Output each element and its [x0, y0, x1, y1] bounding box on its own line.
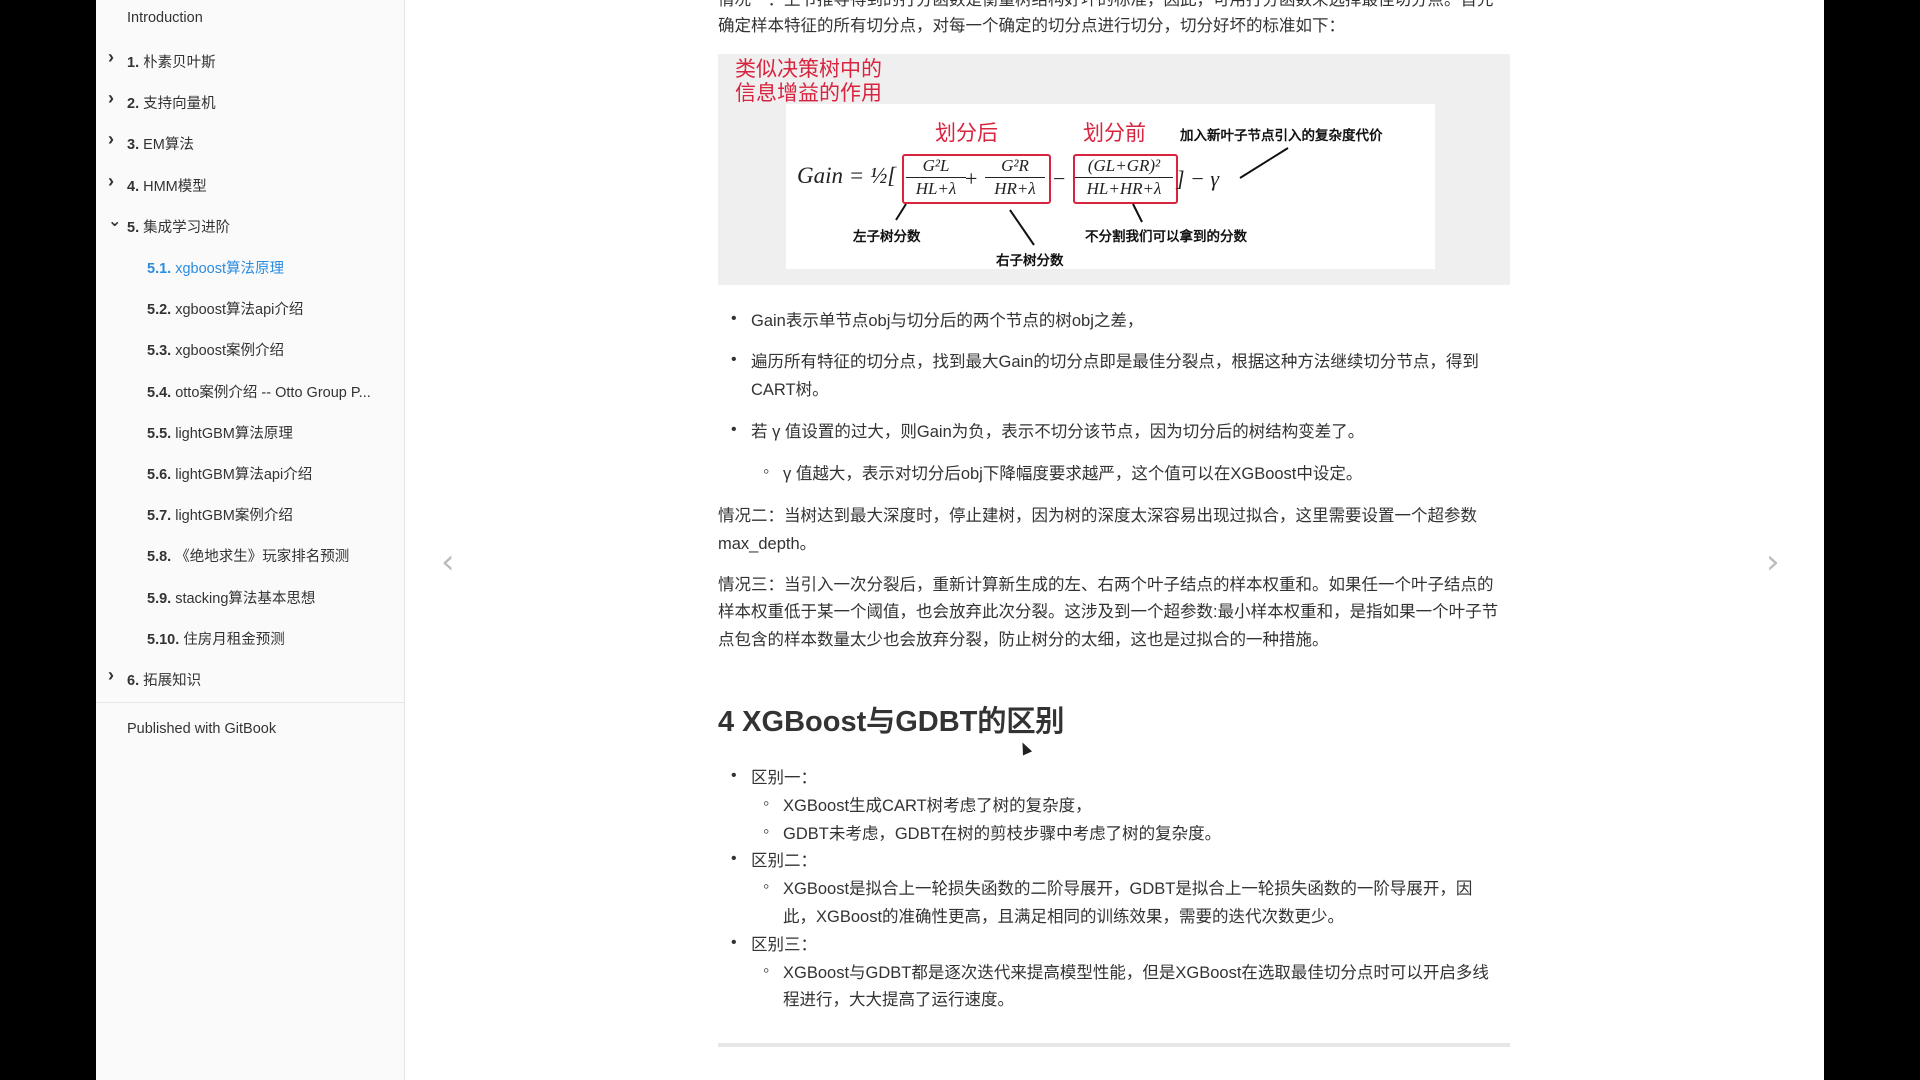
chevron-right-icon[interactable]: ›: [1766, 542, 1780, 582]
sidebar-item-number: 5.2.: [147, 302, 172, 319]
bullet-gamma: 若 γ 值设置的过大，则Gain为负，表示不切分该节点，因为切分后的树结构变差了…: [751, 423, 1365, 441]
paragraph-case2: 情况二：当树达到最大深度时，停止建树，因为树的深度太深容易出现过拟合，这里需要设…: [718, 507, 1477, 525]
sidebar-divider: [96, 702, 404, 703]
sidebar-item-number: 5.9.: [147, 590, 172, 607]
chevron-left-icon[interactable]: ‹: [441, 542, 455, 582]
arrow-left-score: [895, 203, 907, 221]
paragraph-case3: 情况三：当引入一次分裂后，重新计算新生成的左、右两个叶子结点的样本权重和。如果任…: [718, 576, 1494, 594]
sidebar-item-label: 6. 拓展知识: [127, 669, 201, 690]
sidebar-item-text: lightGBM案例介绍: [175, 508, 293, 525]
sidebar-item-number: 5.5.: [147, 425, 172, 442]
bullet-best-split: 遍历所有特征的切分点，找到最大Gain的切分点即是最佳分裂点，根据这种方法继续切…: [751, 353, 1479, 371]
arrow-no-split: [1132, 203, 1143, 223]
diff-detail: XGBoost是拟合上一轮损失函数的二阶导展开，GDBT是拟合上一轮损失函数的一…: [783, 880, 1473, 899]
circle-bullet-icon: ◦: [763, 461, 770, 481]
sidebar-item-label: 5.3. xgboost案例介绍: [147, 339, 284, 360]
circle-bullet-icon: ◦: [763, 876, 770, 897]
sidebar-item-label: 5.2. xgboost算法api介绍: [147, 298, 303, 319]
bullet-icon: •: [731, 421, 737, 438]
sidebar-item-number: 5.3.: [147, 343, 172, 360]
sidebar-item-label: 5.6. lightGBM算法api介绍: [147, 463, 312, 484]
right-score-label: 右子树分数: [996, 253, 1064, 269]
sidebar-item-text: stacking算法基本思想: [175, 590, 316, 607]
diff-label: 区别三：: [751, 935, 817, 954]
arrow-cost: [1239, 147, 1289, 179]
sidebar-item-text: otto案例介绍 -- Otto Group P...: [175, 384, 371, 401]
circle-bullet-icon: ◦: [763, 792, 770, 813]
sub-bullet-gamma: γ 值越大，表示对切分后obj下降幅度要求越严，这个值可以在XGBoost中设定…: [783, 465, 1363, 483]
horizontal-rule: [718, 1043, 1510, 1047]
chevron-right-icon: ›: [108, 665, 114, 685]
figure-arrows: [895, 147, 1289, 246]
sidebar-item-number: 5.6.: [147, 467, 172, 483]
circle-bullet-icon: ◦: [763, 959, 770, 980]
diff-detail: GDBT未考虑，GDBT在树的剪枝步骤中考虑了树的复杂度。: [783, 824, 1222, 843]
section-heading: 4 XGBoost与GDBT的区别: [718, 706, 1065, 738]
sidebar-item-number: 5.10.: [147, 631, 180, 648]
diff-detail: XGBoost与GDBT都是逐次迭代来提高模型性能，但是XGBoost在选取最佳…: [783, 963, 1489, 982]
left-score-label: 左子树分数: [853, 229, 921, 245]
sidebar-item-label: 5.8. 《绝地求生》玩家排名预测: [147, 545, 349, 566]
bullet-icon: •: [731, 933, 737, 951]
sidebar-item-label: 5.5. lightGBM算法原理: [147, 422, 293, 443]
arrow-right-score: [1009, 209, 1035, 246]
sidebar-item-text: 拓展知识: [143, 673, 202, 689]
sidebar-item-label: 5.10. 住房月租金预测: [147, 628, 285, 649]
sidebar-item-text: 住房月租金预测: [183, 631, 285, 648]
paragraph-case3: 点包含的样本数量太少也会放弃分裂，防止树分的太细，这也是过拟合的一种措施。: [718, 631, 1329, 649]
sidebar-item-number: 5.4.: [147, 384, 172, 401]
bullet-icon: •: [731, 351, 737, 368]
bullet-icon: •: [731, 767, 737, 784]
sidebar-item-label: 5.4. otto案例介绍 -- Otto Group P...: [147, 381, 371, 402]
sidebar-item-text: lightGBM算法原理: [175, 425, 293, 442]
diff-label: 区别一：: [751, 769, 817, 787]
diff-detail: XGBoost生成CART树考虑了树的复杂度，: [783, 796, 1092, 815]
paragraph-case2: max_depth。: [718, 535, 817, 553]
diff-detail: 程进行，大大提高了运行速度。: [783, 991, 1014, 1010]
sidebar-item-text: 《绝地求生》玩家排名预测: [175, 549, 350, 566]
bullet-icon: •: [731, 310, 737, 327]
footer-label: Published with GitBook: [127, 721, 277, 737]
sidebar-item-number: 5.7.: [147, 508, 172, 525]
diff-detail: 此，XGBoost的准确性更高，且满足相同的训练效果，需要的迭代次数更少。: [783, 908, 1345, 926]
sidebar-item-text: xgboost算法api介绍: [175, 302, 304, 319]
sidebar-item-number: 5.8.: [147, 549, 172, 566]
sidebar-item-text: lightGBM算法api介绍: [175, 467, 313, 483]
sidebar-item-label: 5.7. lightGBM案例介绍: [147, 504, 293, 525]
sidebar-item-number: 6.: [127, 673, 140, 689]
circle-bullet-icon: ◦: [763, 820, 770, 841]
no-split-score-label: 不分割我们可以拿到的分数: [1085, 229, 1247, 245]
paragraph-case3: 样本权重低于某一个阈值，也会放弃此次分裂。这涉及到一个超参数:最小样本权重和，是…: [718, 603, 1499, 621]
diff-label: 区别二：: [751, 852, 817, 871]
bullet-gain-definition: Gain表示单节点obj与切分后的两个节点的树obj之差，: [751, 312, 1144, 330]
bullet-icon: •: [731, 850, 737, 868]
sidebar-item-label: 5.9. stacking算法基本思想: [147, 587, 315, 608]
sidebar-item-text: xgboost案例介绍: [175, 343, 285, 360]
bullet-best-split-cont: CART树。: [751, 381, 829, 399]
